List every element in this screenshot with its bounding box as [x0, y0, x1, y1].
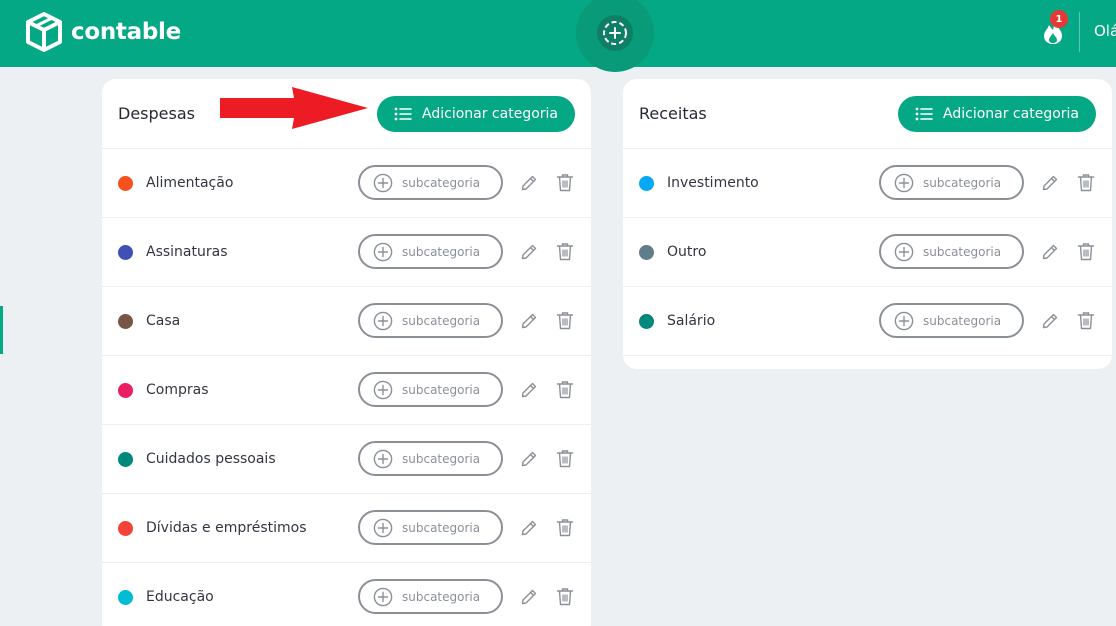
income-title: Receitas: [639, 104, 707, 123]
expenses-title: Despesas: [118, 104, 195, 123]
add-subcategory-label: subcategoria: [402, 244, 481, 259]
add-subcategory-label: subcategoria: [402, 520, 481, 535]
category-row: Casa subcategoria: [102, 287, 591, 356]
expenses-category-list: Alimentação subcategoria Assinaturas sub…: [102, 149, 591, 626]
category-color-dot: [118, 382, 133, 398]
add-subcategory-label: subcategoria: [923, 244, 1002, 259]
user-greeting[interactable]: Olá: [1094, 22, 1116, 40]
income-add-category-button[interactable]: Adicionar categoria: [898, 95, 1096, 132]
expenses-card: Despesas Adicionar categoria Alimentação…: [102, 79, 591, 626]
category-color-dot: [118, 589, 133, 605]
trash-icon[interactable]: [556, 311, 574, 330]
add-subcategory-button[interactable]: subcategoria: [879, 234, 1024, 269]
trash-icon[interactable]: [556, 380, 574, 399]
income-add-category-label: Adicionar categoria: [943, 105, 1079, 122]
income-card-header: Receitas Adicionar categoria: [623, 79, 1112, 149]
plus-circle-icon: [373, 587, 393, 606]
category-color-dot: [639, 175, 654, 191]
plus-circle-icon: [894, 311, 914, 330]
trash-icon[interactable]: [556, 242, 574, 261]
pencil-icon[interactable]: [520, 519, 538, 537]
income-category-list: Investimento subcategoria Outro subcateg…: [623, 149, 1112, 356]
trash-icon[interactable]: [556, 173, 574, 192]
streak-badge: 1: [1050, 10, 1068, 28]
category-row: Outro subcategoria: [623, 218, 1112, 287]
category-row: Dívidas e empréstimos subcategoria: [102, 494, 591, 563]
pencil-icon[interactable]: [520, 243, 538, 261]
add-subcategory-button[interactable]: subcategoria: [879, 303, 1024, 338]
pencil-icon[interactable]: [520, 450, 538, 468]
add-subcategory-label: subcategoria: [402, 451, 481, 466]
category-row: Salário subcategoria: [623, 287, 1112, 356]
add-subcategory-button[interactable]: subcategoria: [358, 234, 503, 269]
category-row: Alimentação subcategoria: [102, 149, 591, 218]
pencil-icon[interactable]: [1041, 174, 1059, 192]
add-subcategory-button[interactable]: subcategoria: [879, 165, 1024, 200]
trash-icon[interactable]: [556, 449, 574, 468]
plus-circle-icon: [373, 242, 393, 261]
add-subcategory-label: subcategoria: [402, 313, 481, 328]
category-row: Investimento subcategoria: [623, 149, 1112, 218]
box-logo-icon: [26, 12, 62, 52]
brand[interactable]: contable: [26, 12, 181, 52]
add-subcategory-button[interactable]: subcategoria: [358, 165, 503, 200]
category-color-dot: [639, 313, 654, 329]
pencil-icon[interactable]: [520, 588, 538, 606]
expenses-add-category-label: Adicionar categoria: [422, 105, 558, 122]
category-color-dot: [118, 244, 133, 260]
plus-circle-icon: [373, 380, 393, 399]
category-row: Compras subcategoria: [102, 356, 591, 425]
add-subcategory-label: subcategoria: [923, 175, 1002, 190]
category-color-dot: [118, 520, 133, 536]
add-subcategory-label: subcategoria: [402, 175, 481, 190]
trash-icon[interactable]: [1077, 242, 1095, 261]
add-subcategory-button[interactable]: subcategoria: [358, 510, 503, 545]
trash-icon[interactable]: [1077, 173, 1095, 192]
list-icon: [915, 107, 933, 120]
pencil-icon[interactable]: [520, 174, 538, 192]
pencil-icon[interactable]: [1041, 243, 1059, 261]
trash-icon[interactable]: [556, 587, 574, 606]
pencil-icon[interactable]: [520, 381, 538, 399]
header-divider: [1079, 12, 1080, 52]
category-color-dot: [639, 244, 654, 260]
plus-circle-icon: [894, 242, 914, 261]
category-color-dot: [118, 451, 133, 467]
add-subcategory-button[interactable]: subcategoria: [358, 303, 503, 338]
new-transaction-button[interactable]: [597, 15, 633, 51]
add-subcategory-label: subcategoria: [923, 313, 1002, 328]
brand-name: contable: [71, 19, 181, 45]
income-card: Receitas Adicionar categoria Investiment…: [623, 79, 1112, 369]
expenses-add-category-button[interactable]: Adicionar categoria: [377, 95, 575, 132]
pencil-icon[interactable]: [520, 312, 538, 330]
plus-circle-icon: [373, 449, 393, 468]
plus-circle-icon: [373, 311, 393, 330]
category-row: Educação subcategoria: [102, 563, 591, 626]
sidebar-active-indicator: [0, 306, 3, 354]
add-subcategory-label: subcategoria: [402, 382, 481, 397]
annotation-arrow-icon: [220, 87, 368, 129]
add-subcategory-button[interactable]: subcategoria: [358, 441, 503, 476]
plus-circle-icon: [373, 173, 393, 192]
add-subcategory-label: subcategoria: [402, 589, 481, 604]
trash-icon[interactable]: [1077, 311, 1095, 330]
category-color-dot: [118, 175, 133, 191]
plus-circle-icon: [894, 173, 914, 192]
add-subcategory-button[interactable]: subcategoria: [358, 372, 503, 407]
add-circle-icon: [603, 21, 627, 45]
list-icon: [394, 107, 412, 120]
category-color-dot: [118, 313, 133, 329]
pencil-icon[interactable]: [1041, 312, 1059, 330]
add-subcategory-button[interactable]: subcategoria: [358, 579, 503, 614]
category-row: Assinaturas subcategoria: [102, 218, 591, 287]
trash-icon[interactable]: [556, 518, 574, 537]
plus-circle-icon: [373, 518, 393, 537]
category-row: Cuidados pessoais subcategoria: [102, 425, 591, 494]
top-navbar: contable 1 Olá: [0, 0, 1116, 72]
